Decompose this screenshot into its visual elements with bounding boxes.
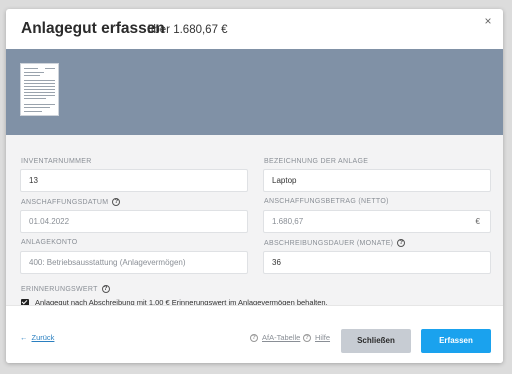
inventory-number-label: INVENTARNUMMER: [21, 158, 92, 165]
asset-name-label: BEZEICHNUNG DER ANLAGE: [264, 158, 369, 165]
acquisition-amount-label: ANSCHAFFUNGSBETRAG (NETTO): [264, 198, 389, 205]
help-link-label: Hilfe: [315, 333, 331, 342]
submit-button[interactable]: Erfassen: [421, 329, 491, 353]
asset-account-label: ANLAGEKONTO: [21, 239, 78, 246]
depreciation-period-field[interactable]: 36: [263, 251, 491, 274]
acquisition-amount-field[interactable]: 1.680,67 €: [263, 210, 491, 233]
acquisition-date-label: ANSCHAFFUNGSDATUM ?: [21, 198, 121, 206]
document-preview-area: [6, 49, 503, 135]
close-button[interactable]: Schließen: [341, 329, 411, 353]
acquisition-date-field[interactable]: 01.04.2022: [20, 210, 248, 233]
arrow-left-icon: ←: [20, 333, 28, 342]
residual-value-label: ERINNERUNGSWERT ?: [21, 285, 110, 293]
asset-name-field[interactable]: Laptop: [263, 169, 491, 192]
inventory-number-field[interactable]: 13: [20, 169, 248, 192]
help-icon[interactable]: ?: [112, 198, 121, 206]
afa-table-label: AfA-Tabelle: [262, 333, 301, 342]
help-icon[interactable]: ?: [397, 239, 406, 247]
modal-footer: ← Zurück ? AfA-Tabelle ? Hilfe Schließen…: [6, 305, 503, 363]
document-thumbnail-icon[interactable]: [20, 63, 59, 116]
modal-header: Anlagegut erfassen über 1.680,67 € ×: [6, 9, 503, 49]
help-link[interactable]: ? Hilfe: [303, 333, 330, 342]
back-link[interactable]: ← Zurück: [20, 333, 54, 342]
asset-account-field[interactable]: 400: Betriebsausstattung (Anlagevermögen…: [20, 251, 248, 274]
depreciation-period-label: ABSCHREIBUNGSDAUER (MONATE) ?: [264, 239, 406, 247]
help-icon: ?: [250, 333, 258, 342]
asset-modal: Anlagegut erfassen über 1.680,67 € × INV…: [6, 9, 503, 363]
back-link-label: Zurück: [31, 333, 55, 342]
help-icon: ?: [303, 333, 311, 342]
currency-suffix: €: [475, 217, 480, 226]
modal-subtitle: über 1.680,67 €: [147, 24, 228, 36]
asset-form: INVENTARNUMMER 13 BEZEICHNUNG DER ANLAGE…: [6, 135, 503, 307]
modal-title: Anlagegut erfassen: [21, 20, 165, 37]
help-icon[interactable]: ?: [101, 285, 110, 293]
afa-table-link[interactable]: ? AfA-Tabelle: [250, 333, 300, 342]
close-icon[interactable]: ×: [482, 15, 494, 27]
